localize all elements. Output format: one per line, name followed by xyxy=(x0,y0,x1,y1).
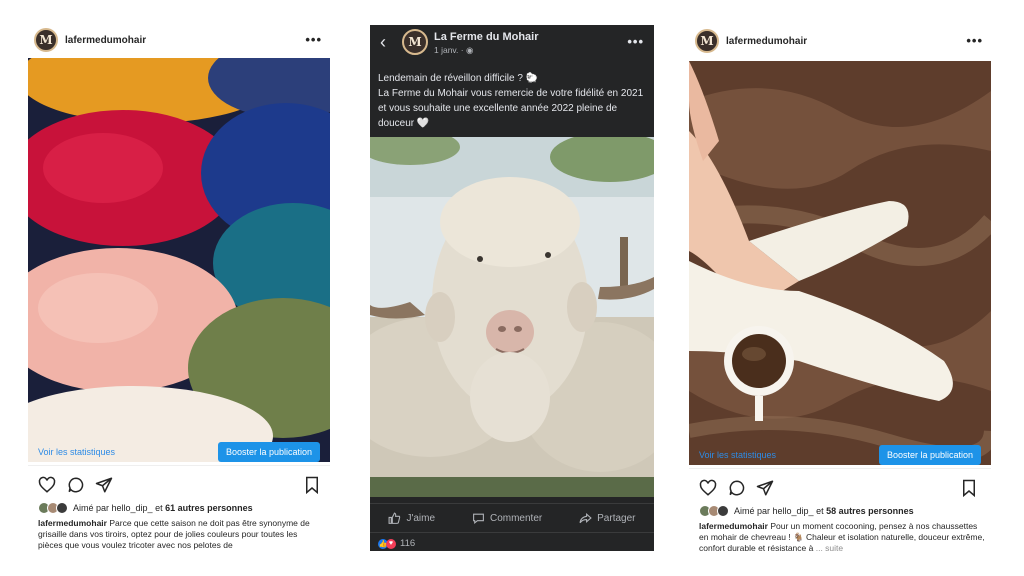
globe-icon: ◉ xyxy=(465,45,474,55)
liked-others[interactable]: 58 autres personnes xyxy=(826,506,914,516)
liked-user[interactable]: hello_dip_ xyxy=(773,506,814,516)
account-username[interactable]: lafermedumohair xyxy=(726,36,807,47)
like-label: J'aime xyxy=(406,512,436,524)
account-username[interactable]: lafermedumohair xyxy=(65,35,146,46)
liked-and: et xyxy=(816,506,824,516)
comment-icon[interactable] xyxy=(67,476,85,494)
facebook-post: ‹ M La Ferme du Mohair 1 janv. · ◉ ••• L… xyxy=(370,25,654,551)
instagram-post-left: M lafermedumohair ••• Voir les statistiq… xyxy=(28,25,330,553)
comment-icon xyxy=(473,513,484,524)
bookmark-icon[interactable] xyxy=(961,479,977,497)
liker-avatars xyxy=(38,502,68,514)
reactions-summary[interactable]: 👍 ♥ 116 xyxy=(378,538,415,549)
caption-username[interactable]: lafermedumohair xyxy=(38,518,107,528)
insights-bar: Voir les statistiques Booster la publica… xyxy=(689,442,991,469)
post-header: M lafermedumohair ••• xyxy=(689,26,991,56)
account-avatar[interactable]: M xyxy=(34,28,58,52)
share-icon xyxy=(579,512,592,523)
post-date[interactable]: 1 janv. · ◉ xyxy=(434,45,473,56)
action-bar xyxy=(28,473,330,499)
page-name[interactable]: La Ferme du Mohair xyxy=(434,31,539,43)
caption-more-link[interactable]: ... suite xyxy=(816,543,843,551)
liked-prefix: Aimé par xyxy=(734,506,771,516)
liked-user[interactable]: hello_dip_ xyxy=(112,503,153,513)
liker-avatars xyxy=(699,505,729,517)
back-arrow-icon[interactable]: ‹ xyxy=(380,32,386,53)
comment-label: Commenter xyxy=(489,512,543,524)
more-icon[interactable]: ••• xyxy=(305,32,322,47)
post-text: Lendemain de réveillon difficile ? 🐑 La … xyxy=(378,71,646,131)
view-statistics-link[interactable]: Voir les statistiques xyxy=(38,447,115,457)
action-bar xyxy=(689,476,991,502)
post-header: M lafermedumohair ••• xyxy=(28,25,330,55)
post-photo-yarn xyxy=(28,58,330,462)
instagram-post-right: M lafermedumohair ••• Voir les statistiq… xyxy=(689,25,991,553)
comment-icon[interactable] xyxy=(728,479,746,497)
post-header: ‹ M La Ferme du Mohair 1 janv. · ◉ ••• xyxy=(370,25,654,59)
boost-post-button[interactable]: Booster la publication xyxy=(878,445,981,465)
post-text-line2: La Ferme du Mohair vous remercie de votr… xyxy=(378,88,644,129)
page-avatar[interactable]: M xyxy=(402,29,428,55)
share-label: Partager xyxy=(597,512,636,524)
share-button[interactable]: Partager xyxy=(579,512,636,525)
view-statistics-link[interactable]: Voir les statistiques xyxy=(699,450,776,460)
post-caption: lafermedumohair Parce que cette saison n… xyxy=(38,518,324,551)
post-photo-goat xyxy=(370,137,654,497)
liked-and: et xyxy=(155,503,163,513)
liked-prefix: Aimé par xyxy=(73,503,110,513)
likes-summary[interactable]: Aimé par hello_dip_ et 58 autres personn… xyxy=(699,504,985,518)
send-icon[interactable] xyxy=(756,479,774,497)
comment-button[interactable]: Commenter xyxy=(472,512,542,525)
like-button[interactable]: J'aime xyxy=(388,511,436,525)
like-icon xyxy=(388,511,401,524)
insights-bar: Voir les statistiques Booster la publica… xyxy=(28,439,330,466)
reaction-count: 116 xyxy=(400,538,416,549)
more-icon[interactable]: ••• xyxy=(627,34,644,49)
more-icon[interactable]: ••• xyxy=(966,33,983,48)
liked-others[interactable]: 61 autres personnes xyxy=(165,503,253,513)
heart-icon[interactable] xyxy=(699,479,717,497)
boost-post-button[interactable]: Booster la publication xyxy=(217,442,320,462)
heart-icon[interactable] xyxy=(38,476,56,494)
post-text-line1: Lendemain de réveillon difficile ? 🐑 xyxy=(378,73,539,84)
likes-summary[interactable]: Aimé par hello_dip_ et 61 autres personn… xyxy=(38,501,324,515)
post-caption: lafermedumohair Pour un moment cocooning… xyxy=(699,521,985,551)
love-reaction-icon: ♥ xyxy=(386,538,396,549)
post-photo-socks xyxy=(689,61,991,465)
account-avatar[interactable]: M xyxy=(695,29,719,53)
caption-username[interactable]: lafermedumohair xyxy=(699,521,768,531)
post-date-text: 1 janv. · xyxy=(434,45,466,55)
bookmark-icon[interactable] xyxy=(304,476,320,494)
send-icon[interactable] xyxy=(95,476,113,494)
action-bar: J'aime Commenter Partager xyxy=(370,503,654,533)
